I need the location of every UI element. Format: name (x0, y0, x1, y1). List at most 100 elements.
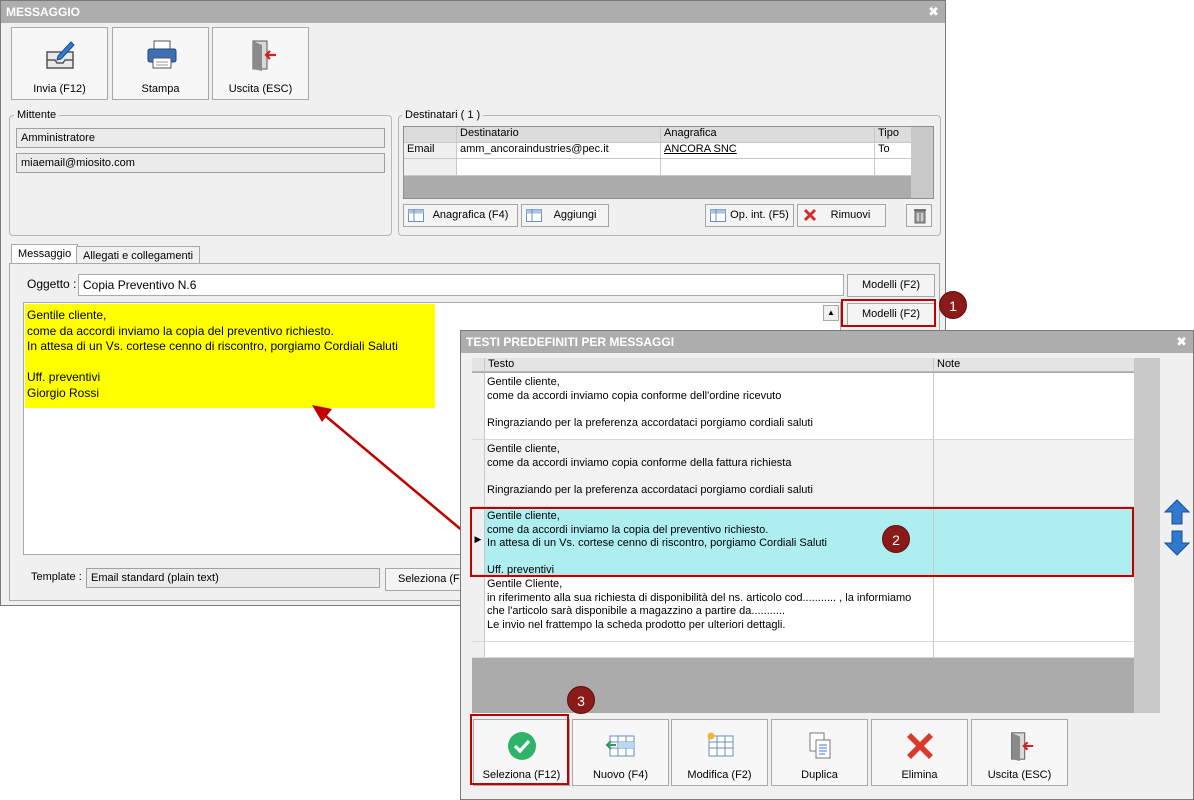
recipient-type[interactable]: To (875, 143, 913, 159)
annotation-box-2 (470, 507, 1134, 577)
text-line: Le invio nel frattempo la scheda prodott… (487, 618, 786, 631)
recipient-anagrafica-link[interactable]: ANCORA SNC (661, 143, 875, 159)
sender-email-field[interactable]: miaemail@miosito.com (16, 153, 385, 173)
window-title: MESSAGGIO (6, 5, 81, 19)
annotation-box-1 (841, 299, 936, 327)
compose-icon (46, 41, 75, 69)
header-testo[interactable]: Testo (485, 358, 934, 372)
duplicate-button[interactable]: Duplica (771, 719, 868, 786)
remove-recipient-label: Rimuovi (830, 209, 871, 221)
table-row-empty[interactable] (404, 159, 933, 176)
texts-table-header: Testo Note (472, 358, 1134, 372)
row-indicator (472, 373, 485, 440)
header-destinatario[interactable]: Destinatario (457, 127, 661, 143)
remove-recipient-button[interactable]: Rimuovi (797, 204, 886, 227)
recipients-scrollbar[interactable] (911, 127, 933, 198)
move-up-icon[interactable] (1164, 499, 1190, 525)
duplicate-icon (809, 732, 831, 759)
exit-door-icon (252, 40, 276, 71)
delete-button[interactable]: Elimina (871, 719, 968, 786)
close-icon[interactable]: ✖ (928, 1, 939, 23)
edit-grid-icon (707, 732, 734, 757)
message-line: In attesa di un Vs. cortese cenno di ris… (27, 339, 398, 354)
add-recipient-button[interactable]: Aggiungi (521, 204, 609, 227)
sender-name-field[interactable]: Amministratore (16, 128, 385, 148)
edit-button[interactable]: Modifica (F2) (671, 719, 768, 786)
table-row[interactable]: Email amm_ancoraindustries@pec.it ANCORA… (404, 143, 933, 159)
text-cell: Gentile cliente, come da accordi inviamo… (485, 373, 934, 440)
internal-operator-button[interactable]: Op. int. (F5) (705, 204, 794, 227)
new-button[interactable]: Nuovo (F4) (572, 719, 669, 786)
table-row-empty[interactable] (472, 642, 1134, 658)
sender-group-title: Mittente (14, 109, 60, 121)
empty-kind-cell (404, 159, 457, 176)
table-row[interactable]: Gentile cliente, come da accordi inviamo… (472, 373, 1134, 440)
text-line: Gentile cliente, (487, 376, 560, 388)
header-corner (472, 358, 485, 372)
annotation-badge-2: 2 (882, 525, 910, 553)
red-x-icon (803, 208, 817, 222)
text-line (487, 403, 933, 417)
recipient-kind: Email (404, 143, 457, 159)
recipient-address[interactable]: amm_ancoraindustries@pec.it (457, 143, 661, 159)
header-anagrafica[interactable]: Anagrafica (661, 127, 875, 143)
text-line: come da accordi inviamo copia conforme d… (487, 456, 792, 469)
row-indicator (472, 575, 485, 642)
edit-button-label: Modifica (F2) (687, 769, 752, 781)
text-cell: Gentile Cliente, in riferimento alla sua… (485, 575, 934, 642)
delete-button-label: Elimina (901, 769, 938, 781)
scroll-up-button[interactable]: ▲ (823, 305, 839, 321)
trash-button[interactable] (906, 204, 932, 227)
text-line (487, 470, 933, 484)
message-line: come da accordi inviamo la copia del pre… (27, 323, 334, 338)
anagrafica-button[interactable]: Anagrafica (F4) (403, 204, 518, 227)
header-corner (404, 127, 457, 143)
empty-note-cell (934, 642, 1134, 658)
dialog-exit-label: Uscita (ESC) (987, 769, 1052, 781)
exit-label: Uscita (ESC) (228, 83, 293, 95)
add-recipient-label: Aggiungi (553, 209, 597, 221)
texts-table-scrollbar[interactable] (1134, 358, 1160, 713)
text-line: Ringraziando per la preferenza accordata… (487, 416, 813, 429)
dialog-titlebar: TESTI PREDEFINITI PER MESSAGGI ✖ (461, 331, 1193, 353)
grid-icon (408, 209, 424, 222)
annotation-badge-1: 1 (939, 291, 967, 319)
annotation-box-3 (470, 714, 569, 785)
table-row[interactable]: Gentile Cliente, in riferimento alla sua… (472, 575, 1134, 642)
annotation-arrow (312, 405, 471, 538)
message-line: Gentile cliente, (27, 308, 107, 322)
text-line: Gentile cliente, (487, 443, 560, 455)
template-field[interactable]: Email standard (plain text) (86, 568, 380, 588)
anagrafica-button-label: Anagrafica (F4) (432, 209, 509, 221)
message-body-highlight: Gentile cliente, come da accordi inviamo… (25, 304, 435, 408)
header-note[interactable]: Note (934, 358, 1134, 372)
close-icon[interactable]: ✖ (1176, 331, 1187, 353)
grid-icon (526, 209, 542, 222)
subject-input[interactable]: Copia Preventivo N.6 (78, 274, 844, 296)
exit-door-icon (1011, 732, 1034, 762)
header-tipo[interactable]: Tipo (875, 127, 913, 143)
text-line: in riferimento alla sua richiesta di dis… (487, 591, 912, 604)
recipients-table-header: Destinatario Anagrafica Tipo (404, 127, 933, 143)
text-cell: Gentile cliente, come da accordi inviamo… (485, 440, 934, 507)
exit-button[interactable]: Uscita (ESC) (212, 27, 309, 100)
new-button-label: Nuovo (F4) (592, 769, 649, 781)
delete-x-icon (907, 733, 933, 759)
new-grid-icon (605, 735, 635, 757)
annotation-badge-3: 3 (567, 686, 595, 714)
move-down-icon[interactable] (1164, 530, 1190, 556)
send-button[interactable]: Invia (F12) (11, 27, 108, 100)
models-button[interactable]: Modelli (F2) (847, 274, 935, 297)
print-button[interactable]: Stampa (112, 27, 209, 100)
tab-messaggio[interactable]: Messaggio (11, 244, 79, 265)
note-cell (934, 373, 1134, 440)
empty-text-cell (485, 642, 934, 658)
table-row[interactable]: Gentile cliente, come da accordi inviamo… (472, 440, 1134, 507)
note-cell (934, 440, 1134, 507)
empty-cell (661, 159, 875, 176)
subject-label: Oggetto : (27, 277, 77, 291)
dialog-title: TESTI PREDEFINITI PER MESSAGGI (466, 335, 675, 349)
dialog-exit-button[interactable]: Uscita (ESC) (971, 719, 1068, 786)
select-template-button[interactable]: Seleziona (F6 (385, 568, 461, 591)
text-line: che l'articolo sarà disponibile a magazz… (487, 605, 786, 617)
